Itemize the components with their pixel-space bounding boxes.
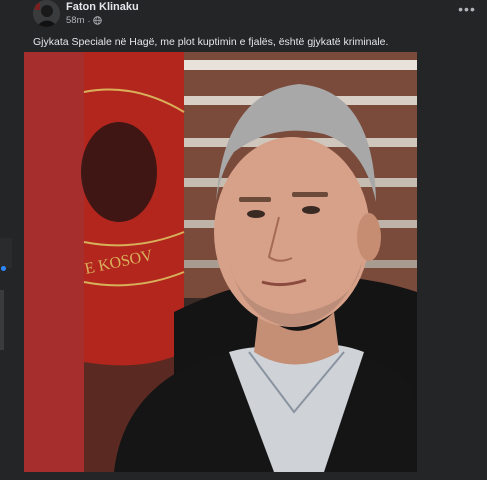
avatar[interactable]	[33, 0, 60, 27]
post-meta: 58m ·	[66, 15, 103, 26]
more-options-icon[interactable]: •••	[456, 2, 478, 20]
avatar-image	[33, 0, 60, 27]
notification-dot	[1, 266, 6, 271]
flag: E KOSOV	[81, 52, 185, 366]
author-name[interactable]: Faton Klinaku	[66, 1, 139, 13]
sidebar-fragment	[0, 238, 12, 268]
post-timestamp[interactable]: 58m	[66, 15, 84, 26]
post-caption: Gjykata Speciale në Hagë, me plot kuptim…	[33, 36, 389, 48]
post-header: Faton Klinaku 58m · •••	[33, 0, 475, 32]
man-face	[214, 137, 370, 327]
meta-separator: ·	[87, 15, 91, 26]
left-sidebar-edge	[0, 0, 12, 480]
feed-post: Faton Klinaku 58m · ••• Gjykata Speciale…	[12, 0, 487, 480]
sidebar-fragment	[0, 290, 4, 350]
video-frame: E KOSOV	[24, 52, 417, 472]
post-video[interactable]: E KOSOV	[24, 52, 417, 472]
globe-icon[interactable]	[93, 16, 103, 25]
